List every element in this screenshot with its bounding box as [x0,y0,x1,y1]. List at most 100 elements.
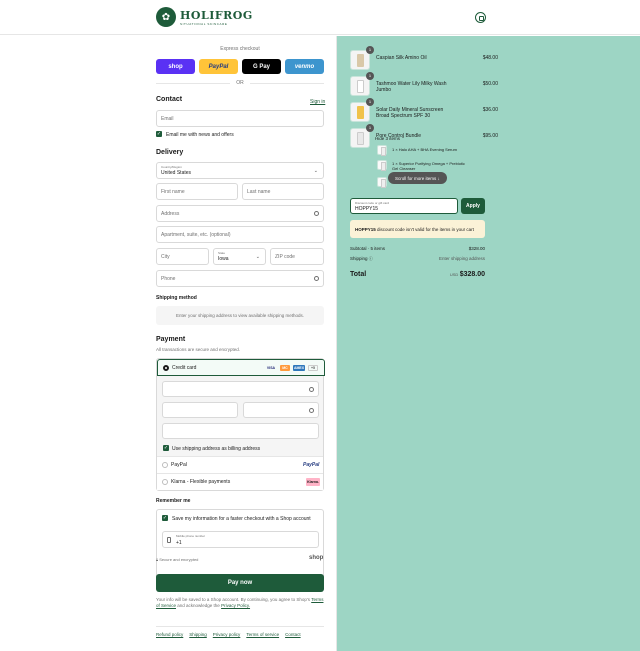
paypal-logo: PayPal [303,462,320,468]
shipping-link[interactable]: Shipping [189,632,207,637]
currency-label: USD [449,272,459,277]
secure-text: Secure and encrypted [159,557,199,562]
phone-field[interactable] [156,270,324,287]
expiration-field[interactable] [162,402,238,418]
privacy-policy-link[interactable]: Privacy policy [213,632,241,637]
discount-field[interactable]: Discount code or gift card HOPPY15 [350,198,458,214]
address-input[interactable] [161,210,323,217]
zip-field[interactable] [270,248,324,265]
last-name-field[interactable] [242,183,324,200]
scroll-more-button[interactable]: Scroll for more items ↓ [388,172,447,184]
country-select[interactable]: Country/Region United States ⌄ [156,162,324,179]
quantity-badge: 1 [366,72,374,80]
mobile-phone-field[interactable]: Mobile phone number +1 [162,531,319,548]
product-name: Solar Daily Mineral Sunscreen Broad Spec… [376,107,444,119]
product-bottle [357,54,364,67]
secure-note: 🔒︎ Secure and encrypted [156,557,198,562]
brand-name: HOLIFROG [180,8,253,22]
shop-pay-button[interactable]: shop [156,59,195,74]
paypal-button[interactable]: PayPal [199,59,238,74]
credit-card-option[interactable]: Credit card VISA MC AMEX +5 [157,359,325,376]
last-name-input[interactable] [247,188,323,195]
billing-label: Use shipping address as billing address [172,446,261,452]
zip-input[interactable] [275,253,323,260]
payment-options: Credit card VISA MC AMEX +5 ✓ Use shippi… [156,358,325,491]
card-details-panel: ✓ Use shipping address as billing addres… [157,376,323,456]
discount-error-text: discount code isn't valid for the items … [377,226,474,232]
save-info-label: Save my information for a faster checkou… [172,516,311,522]
brand-tagline: SITUATIONAL SKINCARE [180,21,228,26]
apartment-field[interactable] [156,226,324,243]
frog-logo-icon: ✿ [156,7,176,27]
shipping-method-heading: Shipping method [156,295,197,301]
scroll-more-label: Scroll for more items [395,175,437,181]
help-icon[interactable] [314,276,319,281]
lock-icon [309,387,314,392]
refund-policy-link[interactable]: Refund policy [156,632,183,637]
security-code-field[interactable] [243,402,319,418]
card-number-field[interactable] [162,381,319,397]
product-price: $95.00 [482,133,498,139]
help-icon[interactable] [309,408,314,413]
help-icon[interactable]: ⓘ [369,256,373,261]
sign-in-link[interactable]: Sign in [310,99,325,105]
express-checkout-title: Express checkout [220,46,260,52]
city-field[interactable] [156,248,209,265]
apartment-input[interactable] [161,231,323,238]
delivery-heading: Delivery [156,149,184,156]
brand-logo[interactable]: ✿ HOLIFROG SITUATIONAL SKINCARE [156,7,253,27]
terms-of-service-link[interactable]: Terms of service [246,632,279,637]
email-input[interactable] [161,115,323,122]
city-input[interactable] [161,253,208,260]
phone-icon [167,537,171,543]
state-select[interactable]: State Iowa ⌄ [213,248,266,265]
mobile-phone-value: +1 [176,540,182,546]
shopping-bag-icon[interactable] [475,12,486,23]
first-name-field[interactable] [156,183,238,200]
pay-now-button[interactable]: Pay now [156,574,324,592]
quantity-badge: 1 [366,124,374,132]
apply-button[interactable]: Apply [461,198,485,214]
credit-card-radio[interactable] [163,365,169,371]
legal-text-2: and acknowledge the [177,603,220,608]
name-on-card-field[interactable] [162,423,319,439]
google-pay-button[interactable]: G Pay [242,59,281,74]
discount-error: HOPPY15 discount code isn't valid for th… [350,220,485,238]
billing-checkbox[interactable]: ✓ [163,445,169,451]
product-name: Caspian Silk Amino Oil [376,55,427,61]
quantity-badge: 1 [366,46,374,54]
klarna-option[interactable]: Klarna - Flexible payments Klarna. [157,473,323,490]
subtotal-label: Subtotal · 5 items [350,246,386,251]
contact-link[interactable]: Contact [285,632,301,637]
hide-items-toggle[interactable]: Hide 3 items ⌃ [375,136,405,142]
country-value: United States [161,170,192,176]
payment-subtitle: All transactions are secure and encrypte… [156,347,241,352]
shipping-label: Shipping [350,256,368,261]
venmo-button[interactable]: venmo [285,59,324,74]
site-header: ✿ HOLIFROG SITUATIONAL SKINCARE [0,0,640,35]
shipping-row: Shipping ⓘ Enter shipping address [350,256,485,262]
privacy-link[interactable]: Privacy Policy. [221,603,250,608]
shipping-value: Enter shipping address [438,256,485,261]
product-bottle [357,132,364,145]
klarna-radio[interactable] [162,479,168,485]
first-name-input[interactable] [161,188,237,195]
email-field[interactable] [156,110,324,127]
order-summary: 1 Caspian Silk Amino Oil $48.00 1 Tashmo… [336,36,640,651]
paypal-radio[interactable] [162,462,168,468]
discount-error-code: HOPPY15 [355,226,376,232]
phone-input[interactable] [161,275,323,282]
paypal-option[interactable]: PayPal PayPal [157,456,323,473]
product-name: Tashmoo Water Lily Milky Wash Jumbo [376,81,447,93]
credit-card-label: Credit card [172,365,197,371]
news-checkbox[interactable]: ✓ [156,131,162,137]
hide-items-label: Hide 3 items [375,136,401,141]
contact-heading: Contact [156,96,183,103]
address-field[interactable] [156,205,324,222]
save-info-checkbox[interactable]: ✓ [162,515,168,521]
checkout-form: Express checkout shop PayPal G Pay venmo… [0,36,336,651]
subtotal-value: $328.00 [468,246,485,251]
news-label: Email me with news and offers [166,132,234,138]
bundle-item: 1 × Superior Purifying Omega + Prebiotic… [392,161,465,171]
remember-me-heading: Remember me [156,498,191,504]
